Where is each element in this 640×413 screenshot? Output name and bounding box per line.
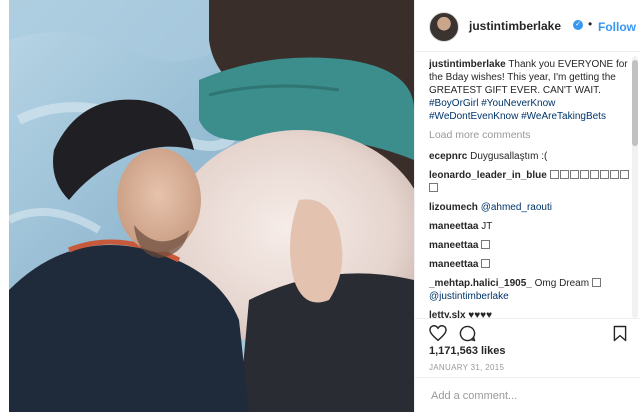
emoji-glyph: [599, 170, 609, 179]
comment-row: ecepnrc Duygusallaştım :(: [429, 150, 635, 163]
hashtag[interactable]: #YouNeverKnow: [481, 98, 555, 109]
comment-row: maneettaa: [429, 239, 635, 252]
emoji-glyph: [589, 170, 599, 179]
comment-text: Duygusallaştım :(: [470, 151, 548, 162]
bookmark-icon[interactable]: [613, 325, 627, 342]
comment-username[interactable]: lizoumech: [429, 202, 478, 213]
avatar[interactable]: [429, 12, 459, 42]
comments-scrollbar[interactable]: [632, 56, 638, 318]
post-sidebar: justintimberlake ✓ • Follow justintimber…: [414, 0, 640, 412]
comment-mention[interactable]: @ahmed_raouti: [481, 202, 552, 213]
comment-username[interactable]: leonardo_leader_in_blue: [429, 170, 547, 181]
emoji-glyph: [619, 170, 629, 179]
emoji-glyph: [559, 170, 569, 179]
comment-row: letty.slx ♥♥♥♥: [429, 309, 635, 318]
comment-text: ♥♥♥♥: [468, 310, 493, 318]
comment-username[interactable]: ecepnrc: [429, 151, 467, 162]
comment-username[interactable]: maneettaa: [429, 259, 478, 270]
hashtag[interactable]: #BoyOrGirl: [429, 98, 478, 109]
comment-text: Omg Dream: [534, 278, 590, 289]
emoji-glyph: [429, 183, 438, 192]
comment-row: leonardo_leader_in_blue: [429, 169, 635, 195]
emoji-glyphs: [481, 240, 491, 251]
follow-button[interactable]: Follow: [598, 20, 636, 34]
post-date: JANUARY 31, 2015: [429, 363, 505, 372]
verified-check-icon: ✓: [573, 20, 583, 30]
header-username[interactable]: justintimberlake: [469, 19, 561, 33]
emoji-glyph: [569, 170, 579, 179]
hashtag[interactable]: #WeDontEvenKnow: [429, 111, 518, 122]
comment-input[interactable]: [429, 386, 629, 406]
comment-icon[interactable]: [459, 325, 476, 342]
caption-username[interactable]: justintimberlake: [429, 59, 506, 70]
hashtag[interactable]: #WeAreTakingBets: [521, 111, 606, 122]
likes-count[interactable]: 1,171,563 likes: [429, 345, 505, 357]
emoji-glyph: [579, 170, 589, 179]
post-header: justintimberlake ✓ • Follow: [415, 0, 640, 52]
comment-username[interactable]: maneettaa: [429, 240, 478, 251]
comment-username[interactable]: letty.slx: [429, 310, 466, 318]
emoji-glyph: [549, 170, 559, 179]
heart-icon[interactable]: [429, 325, 447, 341]
scrollbar-thumb[interactable]: [632, 60, 638, 146]
post-actions: 1,171,563 likes JANUARY 31, 2015: [415, 318, 640, 412]
comment-username[interactable]: maneettaa: [429, 221, 478, 232]
emoji-glyphs: [591, 278, 602, 289]
comments-list[interactable]: justintimberlake Thank you EVERYONE for …: [429, 58, 635, 318]
page-margin: [0, 0, 9, 412]
post-photo[interactable]: [9, 0, 414, 412]
emoji-glyph: [481, 259, 491, 268]
comment-row: maneettaa JT: [429, 220, 635, 233]
photo-illustration: [9, 0, 414, 412]
emoji-glyph: [609, 170, 619, 179]
post-caption: justintimberlake Thank you EVERYONE for …: [429, 58, 635, 123]
separator: •: [588, 17, 593, 31]
comment-row: lizoumech @ahmed_raouti: [429, 201, 635, 214]
comment-username[interactable]: _mehtap.halici_1905_: [429, 278, 532, 289]
comment-row: _mehtap.halici_1905_ Omg Dream @justinti…: [429, 277, 635, 303]
comment-text: JT: [481, 221, 493, 232]
add-comment-area: [415, 377, 640, 413]
emoji-glyph: [481, 240, 491, 249]
load-more-comments-link[interactable]: Load more comments: [429, 129, 635, 142]
comment-mention[interactable]: @justintimberlake: [429, 291, 509, 302]
emoji-glyph: [591, 278, 601, 287]
comment-row: maneettaa: [429, 258, 635, 271]
emoji-glyphs: [481, 259, 491, 270]
